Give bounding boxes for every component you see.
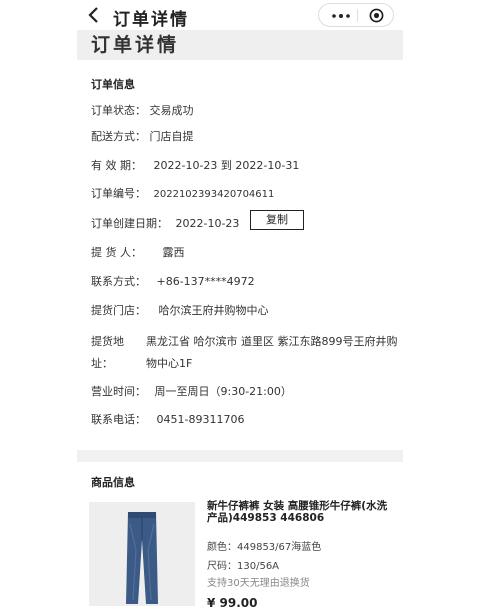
order-created-date-row: 订单创建日期： 2022-10-23 [91,215,239,231]
capsule-divider [357,9,358,22]
row-label: 联系电话： [91,413,146,426]
product-size: 尺码：130/56A [207,561,280,572]
order-detail-page: 订单详情 订单信息 订单状态： 交易成功 配送方式： 门店自提 有 效 期： 2… [77,30,403,610]
mini-program-capsule [318,3,394,27]
business-hours-row: 营业时间： 周一至周日（9:30-21:00） [91,383,292,399]
row-label: 联系方式： [91,275,146,288]
page-title: 订单详情 [91,34,180,56]
nav-title: 订单详情 [113,10,189,30]
pickup-person-row: 提 货 人： 露西 [91,244,185,260]
order-number-row: 订单编号： 2022102393420704611 [91,185,274,201]
jeans-product-image [126,512,158,604]
row-label: 提货门店： [91,304,146,317]
row-label: 有 效 期： [91,159,142,172]
validity-row: 有 效 期： 2022-10-23 到 2022-10-31 [91,157,299,173]
address-label-1: 提货地 [91,335,124,348]
order-number-value: 2022102393420704611 [153,189,275,200]
contact-row: 联系方式： +86-137****4972 [91,273,255,289]
order-section-title: 订单信息 [91,78,135,91]
copy-order-number-button[interactable]: 复制 [250,210,304,230]
address-line-1: 黑龙江省 哈尔滨市 道里区 紫江东路899号王府井购 [146,335,398,348]
phone-value[interactable]: 0451-89311706 [157,413,245,426]
back-chevron-icon[interactable] [86,6,100,24]
row-value: 交易成功 [149,104,194,117]
row-value: 2022-10-23 到 2022-10-31 [153,159,300,172]
pickup-store-row: 提货门店： 哈尔滨王府井购物中心 [91,302,269,318]
row-label: 提 货 人： [91,246,142,259]
return-policy-note: 支持30天无理由退换货 [207,578,310,589]
close-target-icon[interactable] [369,8,384,23]
row-value: 周一至周日（9:30-21:00） [154,385,292,398]
order-info-card: 订单信息 订单状态： 交易成功 配送方式： 门店自提 有 效 期： 2022-1… [77,60,403,450]
section-divider [77,450,403,462]
row-label: 营业时间： [91,385,146,398]
row-value: +86-137****4972 [156,275,255,288]
row-label: 配送方式： [91,130,146,143]
product-price: ¥ 99.00 [207,596,258,610]
more-dots-icon[interactable] [331,14,351,18]
product-name: 新牛仔裤裤 女装 高腰锥形牛仔裤(水洗产品)449853 446806 [207,500,388,524]
order-status-row: 订单状态： 交易成功 [91,102,194,118]
phone-row: 联系电话： 0451-89311706 [91,411,244,427]
product-thumbnail[interactable] [89,502,195,606]
product-section-title: 商品信息 [91,476,135,489]
row-label: 订单状态： [91,104,146,117]
top-nav-bar: 订单详情 [0,0,480,30]
row-value: 露西 [162,246,185,259]
page-header-band: 订单详情 [77,30,403,60]
row-value: 2022-10-23 [175,217,240,230]
row-label: 订单创建日期： [91,217,168,230]
delivery-method-row: 配送方式： 门店自提 [91,128,194,144]
row-label: 订单编号： [91,187,146,200]
address-label-2: 址： [91,357,113,370]
product-info-card: 商品信息 新牛仔裤裤 女装 高腰锥形牛仔裤(水洗产品)449853 446806… [77,462,403,610]
product-color: 颜色：449853/67海蓝色 [207,542,322,553]
row-value: 哈尔滨王府井购物中心 [158,304,269,317]
row-value: 门店自提 [149,130,194,143]
address-line-2: 物中心1F [146,357,193,370]
